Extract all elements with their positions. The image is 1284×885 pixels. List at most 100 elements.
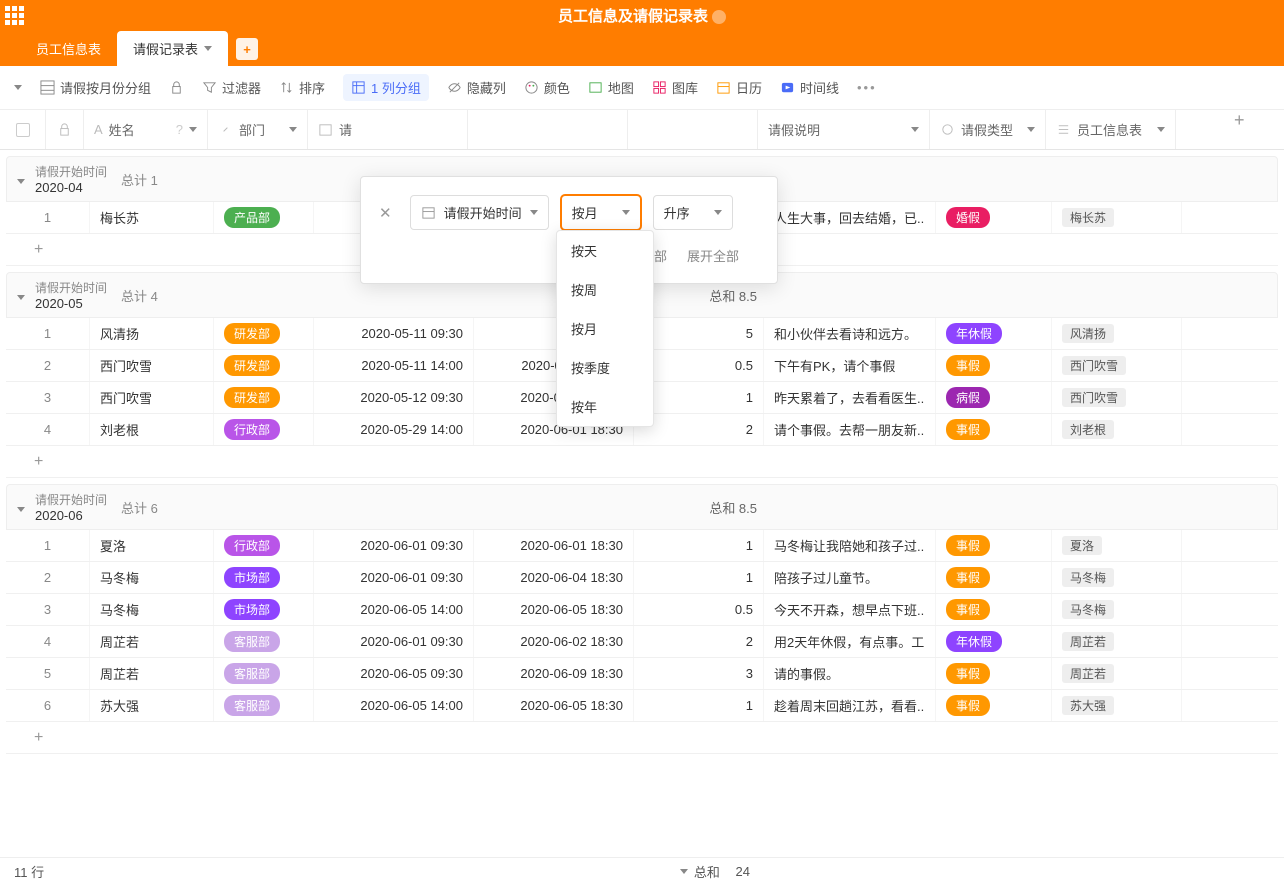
- add-row-button[interactable]: +: [6, 722, 1278, 754]
- table-row[interactable]: 3 马冬梅 市场部 2020-06-05 14:00 2020-06-05 18…: [6, 594, 1278, 626]
- summary-menu[interactable]: [680, 869, 688, 874]
- group-toggle[interactable]: [7, 500, 35, 515]
- cell-name[interactable]: 西门吹雪: [90, 382, 214, 413]
- cell-start: 2020-05-11 09:30: [314, 318, 474, 349]
- cell-type: 事假: [936, 350, 1052, 381]
- cell-dept: 客服部: [214, 690, 314, 721]
- lock-icon[interactable]: [169, 80, 184, 95]
- column-name[interactable]: A姓名?: [84, 110, 208, 149]
- list-icon: [1056, 122, 1071, 137]
- cell-dept: 客服部: [214, 626, 314, 657]
- granularity-option[interactable]: 按季度: [557, 348, 653, 387]
- cell-dept: 研发部: [214, 382, 314, 413]
- view-menu-caret[interactable]: [14, 85, 22, 90]
- row-index: 2: [6, 350, 90, 381]
- cell-type: 事假: [936, 594, 1052, 625]
- cell-name[interactable]: 刘老根: [90, 414, 214, 445]
- map-icon: [588, 80, 603, 95]
- cell-desc: 昨天累着了，去看看医生..: [764, 382, 936, 413]
- info-icon[interactable]: [712, 10, 726, 24]
- cell-emp: 刘老根: [1052, 414, 1182, 445]
- group-toggle[interactable]: [7, 172, 35, 187]
- cell-desc: 下午有PK，请个事假: [764, 350, 936, 381]
- column-desc[interactable]: 请假说明: [758, 110, 930, 149]
- cell-name[interactable]: 风清扬: [90, 318, 214, 349]
- group-field-select[interactable]: 请假开始时间: [410, 195, 549, 230]
- row-index: 2: [6, 562, 90, 593]
- add-column-button[interactable]: +: [1234, 110, 1284, 149]
- group-header[interactable]: 请假开始时间2020-06 总计 6 总和 8.5: [6, 484, 1278, 530]
- row-index: 6: [6, 690, 90, 721]
- cell-dept: 行政部: [214, 414, 314, 445]
- cell-type: 病假: [936, 382, 1052, 413]
- table-row[interactable]: 1 夏洛 行政部 2020-06-01 09:30 2020-06-01 18:…: [6, 530, 1278, 562]
- add-row-button[interactable]: +: [6, 446, 1278, 478]
- row-index: 4: [6, 414, 90, 445]
- cell-emp: 西门吹雪: [1052, 382, 1182, 413]
- color-button[interactable]: 颜色: [524, 78, 570, 97]
- view-selector[interactable]: 请假按月份分组: [40, 78, 151, 97]
- group-order-select[interactable]: 升序: [653, 195, 733, 230]
- row-index: 4: [6, 626, 90, 657]
- calendar-button[interactable]: 日历: [716, 78, 762, 97]
- select-all-checkbox[interactable]: [16, 123, 30, 137]
- cell-name[interactable]: 马冬梅: [90, 562, 214, 593]
- group-granularity-select[interactable]: 按月: [561, 195, 641, 230]
- tab-employee[interactable]: 员工信息表: [20, 31, 117, 66]
- cell-name[interactable]: 周芷若: [90, 626, 214, 657]
- cell-emp: 马冬梅: [1052, 594, 1182, 625]
- tab-leave[interactable]: 请假记录表: [117, 31, 228, 66]
- cell-name[interactable]: 苏大强: [90, 690, 214, 721]
- cell-desc: 请的事假。: [764, 658, 936, 689]
- cell-type: 年休假: [936, 626, 1052, 657]
- hide-columns-button[interactable]: 隐藏列: [447, 78, 506, 97]
- map-button[interactable]: 地图: [588, 78, 634, 97]
- column-dept[interactable]: 部门: [208, 110, 308, 149]
- apps-icon[interactable]: [0, 0, 28, 30]
- cell-days: 1: [634, 562, 764, 593]
- filter-button[interactable]: 过滤器: [202, 78, 261, 97]
- timeline-button[interactable]: 时间线: [780, 78, 839, 97]
- cell-name[interactable]: 梅长苏: [90, 202, 214, 233]
- gallery-button[interactable]: 图库: [652, 78, 698, 97]
- table-row[interactable]: 2 马冬梅 市场部 2020-06-01 09:30 2020-06-04 18…: [6, 562, 1278, 594]
- cell-name[interactable]: 西门吹雪: [90, 350, 214, 381]
- cell-emp: 风清扬: [1052, 318, 1182, 349]
- cell-desc: 和小伙伴去看诗和远方。: [764, 318, 936, 349]
- gallery-icon: [652, 80, 667, 95]
- expand-all-button[interactable]: 展开全部: [687, 246, 739, 265]
- cell-start: 2020-05-12 09:30: [314, 382, 474, 413]
- close-group-config[interactable]: ✕: [379, 204, 392, 222]
- group-toggle[interactable]: [7, 288, 35, 303]
- cell-emp: 马冬梅: [1052, 562, 1182, 593]
- cell-type: 事假: [936, 530, 1052, 561]
- eye-off-icon: [447, 80, 462, 95]
- cell-desc: 今天不开森，想早点下班..: [764, 594, 936, 625]
- granularity-option[interactable]: 按月: [557, 309, 653, 348]
- more-button[interactable]: •••: [857, 80, 877, 95]
- table-row[interactable]: 4 周芷若 客服部 2020-06-01 09:30 2020-06-02 18…: [6, 626, 1278, 658]
- cell-dept: 产品部: [214, 202, 314, 233]
- cell-emp: 苏大强: [1052, 690, 1182, 721]
- column-start[interactable]: 请: [308, 110, 468, 149]
- lock-icon: [57, 122, 72, 137]
- row-index: 3: [6, 382, 90, 413]
- table-row[interactable]: 5 周芷若 客服部 2020-06-05 09:30 2020-06-09 18…: [6, 658, 1278, 690]
- cell-type: 年休假: [936, 318, 1052, 349]
- cell-name[interactable]: 周芷若: [90, 658, 214, 689]
- cell-name[interactable]: 夏洛: [90, 530, 214, 561]
- table-row[interactable]: 6 苏大强 客服部 2020-06-05 14:00 2020-06-05 18…: [6, 690, 1278, 722]
- granularity-option[interactable]: 按周: [557, 270, 653, 309]
- granularity-option[interactable]: 按年: [557, 387, 653, 426]
- link-icon: [218, 122, 233, 137]
- cell-end: 2020-06-04 18:30: [474, 562, 634, 593]
- column-emp[interactable]: 员工信息表: [1046, 110, 1176, 149]
- cell-name[interactable]: 马冬梅: [90, 594, 214, 625]
- group-button[interactable]: 1 列分组: [343, 74, 429, 101]
- add-tab-button[interactable]: +: [236, 38, 258, 60]
- palette-icon: [524, 80, 539, 95]
- column-type[interactable]: 请假类型: [930, 110, 1046, 149]
- cell-type: 事假: [936, 690, 1052, 721]
- granularity-option[interactable]: 按天: [557, 231, 653, 270]
- sort-button[interactable]: 排序: [279, 78, 325, 97]
